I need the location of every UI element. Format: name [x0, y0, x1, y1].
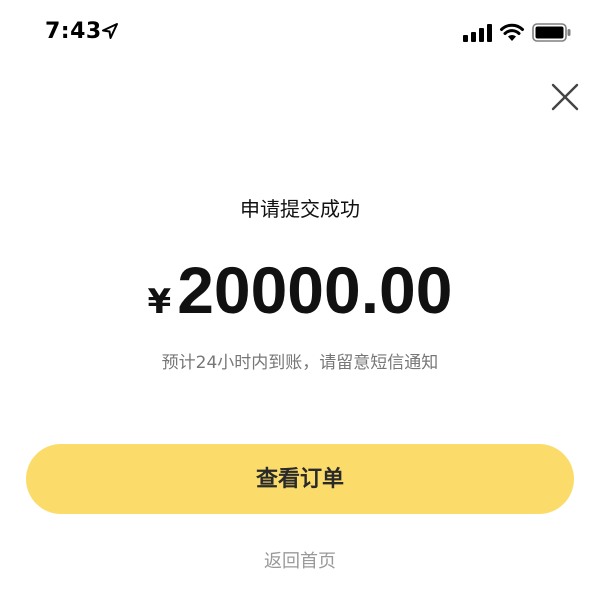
page-title: 申请提交成功	[240, 197, 360, 221]
currency-symbol: ¥	[147, 282, 172, 322]
arrival-notice: 预计24小时内到账，请留意短信通知	[161, 353, 439, 373]
location-arrow-icon	[102, 23, 118, 39]
cellular-signal-icon	[463, 24, 492, 42]
wifi-icon	[500, 23, 524, 41]
view-order-button[interactable]: 查看订单	[26, 444, 574, 514]
amount-display: ¥20000.00	[0, 252, 600, 328]
close-button[interactable]	[548, 80, 582, 114]
close-icon	[551, 83, 579, 111]
back-home-link[interactable]: 返回首页	[264, 551, 336, 572]
battery-icon	[532, 23, 571, 42]
status-bar: 7:43	[0, 0, 600, 66]
status-time: 7:43	[45, 19, 102, 44]
amount-value: 20000.00	[177, 253, 453, 327]
back-home-row: 返回首页	[0, 548, 600, 576]
